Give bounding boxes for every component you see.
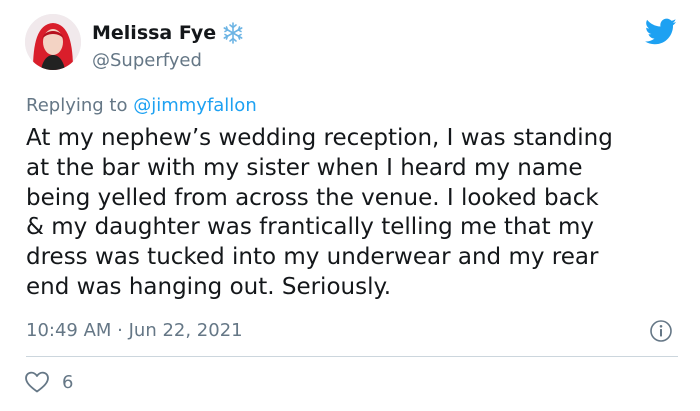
info-icon[interactable]: [649, 319, 673, 343]
tweet-text-line: At my nephew’s wedding reception, I was …: [26, 125, 613, 151]
tweet-text-line: being yelled from across the venue. I lo…: [26, 184, 599, 211]
heart-icon[interactable]: [24, 370, 50, 394]
user-handle[interactable]: @Superfyed: [92, 50, 202, 71]
replying-mention-link[interactable]: @jimmyfallon: [133, 95, 257, 116]
tweet-text-line: end was hanging out. Seriously.: [26, 273, 392, 300]
snowflake-icon: [222, 22, 244, 44]
tweet-timestamp[interactable]: 10:49 AM · Jun 22, 2021: [26, 320, 243, 341]
display-name[interactable]: Melissa Fye: [92, 22, 216, 44]
replying-prefix: Replying to: [26, 95, 128, 116]
replying-to: Replying to @jimmyfallon: [26, 95, 257, 116]
tweet-text-line: at the bar with my sister when I heard m…: [26, 154, 583, 181]
tweet-text: At my nephew’s wedding reception, I was …: [26, 124, 680, 303]
like-count: 6: [62, 372, 74, 393]
avatar[interactable]: [25, 14, 81, 70]
divider: [26, 356, 678, 357]
twitter-bird-icon[interactable]: [644, 18, 677, 46]
tweet-text-line: dress was tucked into my underwear and m…: [26, 244, 599, 271]
tweet-text-line: & my daughter was frantically telling me…: [26, 214, 594, 241]
